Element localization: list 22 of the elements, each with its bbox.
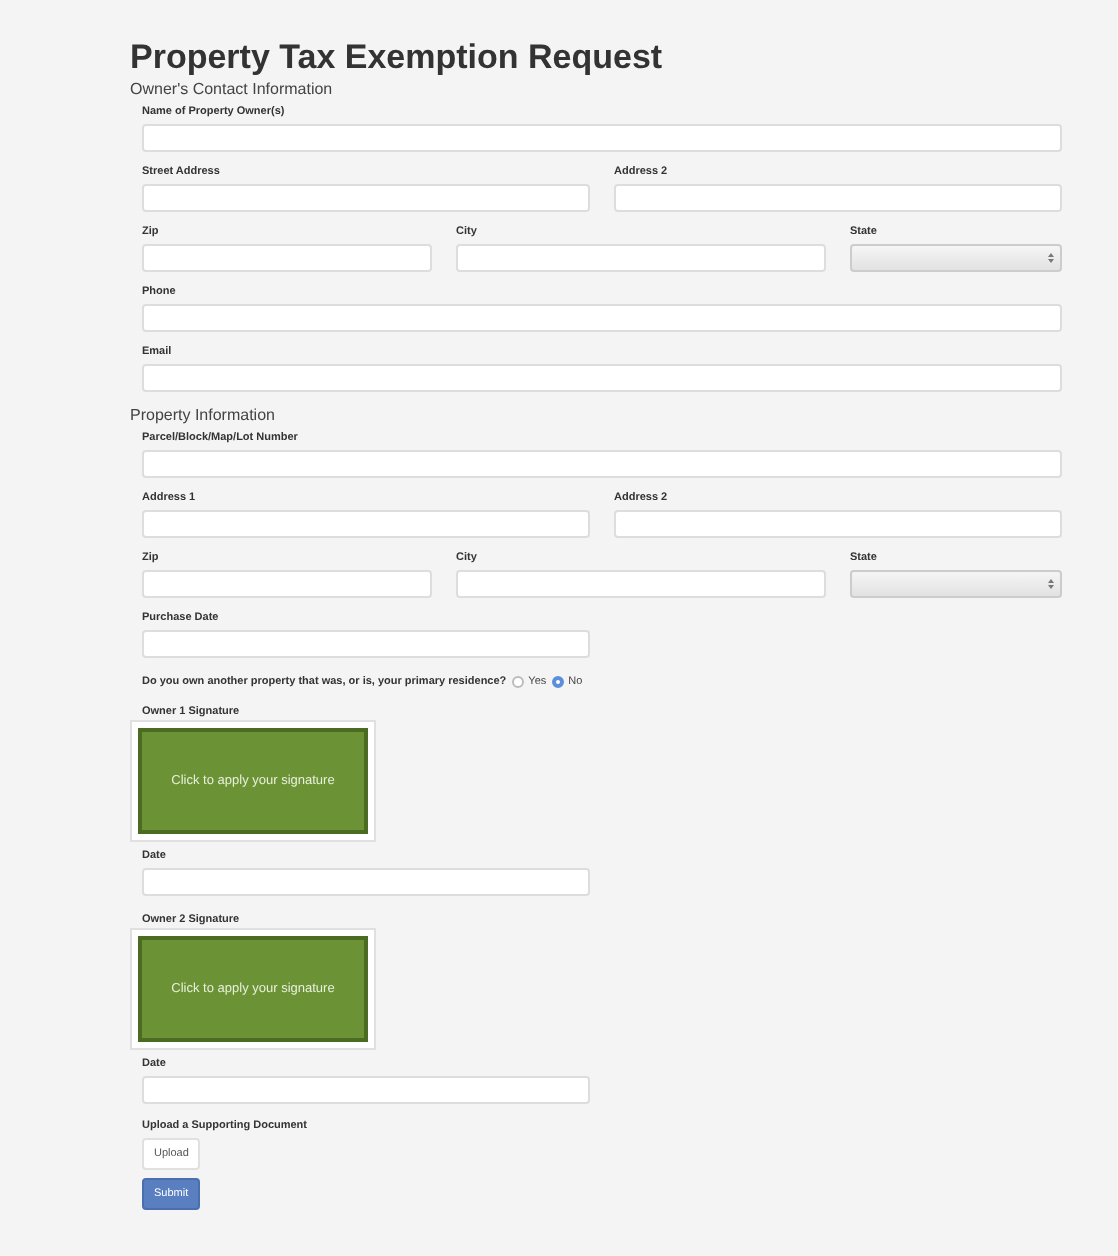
page-title: Property Tax Exemption Request [130, 38, 663, 78]
input-field[interactable] [142, 364, 1062, 392]
section-heading: Owner's Contact Information [130, 80, 333, 100]
dropdown-arrows-icon [1048, 578, 1054, 590]
input-field[interactable] [614, 510, 1062, 538]
input-field[interactable] [142, 868, 590, 896]
input-field[interactable] [142, 124, 1062, 152]
section-heading: Property Information [130, 406, 275, 426]
input-field[interactable] [142, 304, 1062, 332]
input-field[interactable] [614, 184, 1062, 212]
input-field[interactable] [142, 1076, 590, 1104]
input-field[interactable] [142, 244, 432, 272]
input-field[interactable] [142, 184, 590, 212]
input-field[interactable] [456, 570, 826, 598]
dropdown-arrows-icon [1048, 252, 1054, 264]
input-field[interactable] [142, 450, 1062, 478]
input-field[interactable] [456, 244, 826, 272]
input-field[interactable] [142, 510, 590, 538]
input-field[interactable] [142, 630, 590, 658]
input-field[interactable] [142, 570, 432, 598]
dropdown[interactable] [850, 570, 1062, 598]
dropdown[interactable] [850, 244, 1062, 272]
